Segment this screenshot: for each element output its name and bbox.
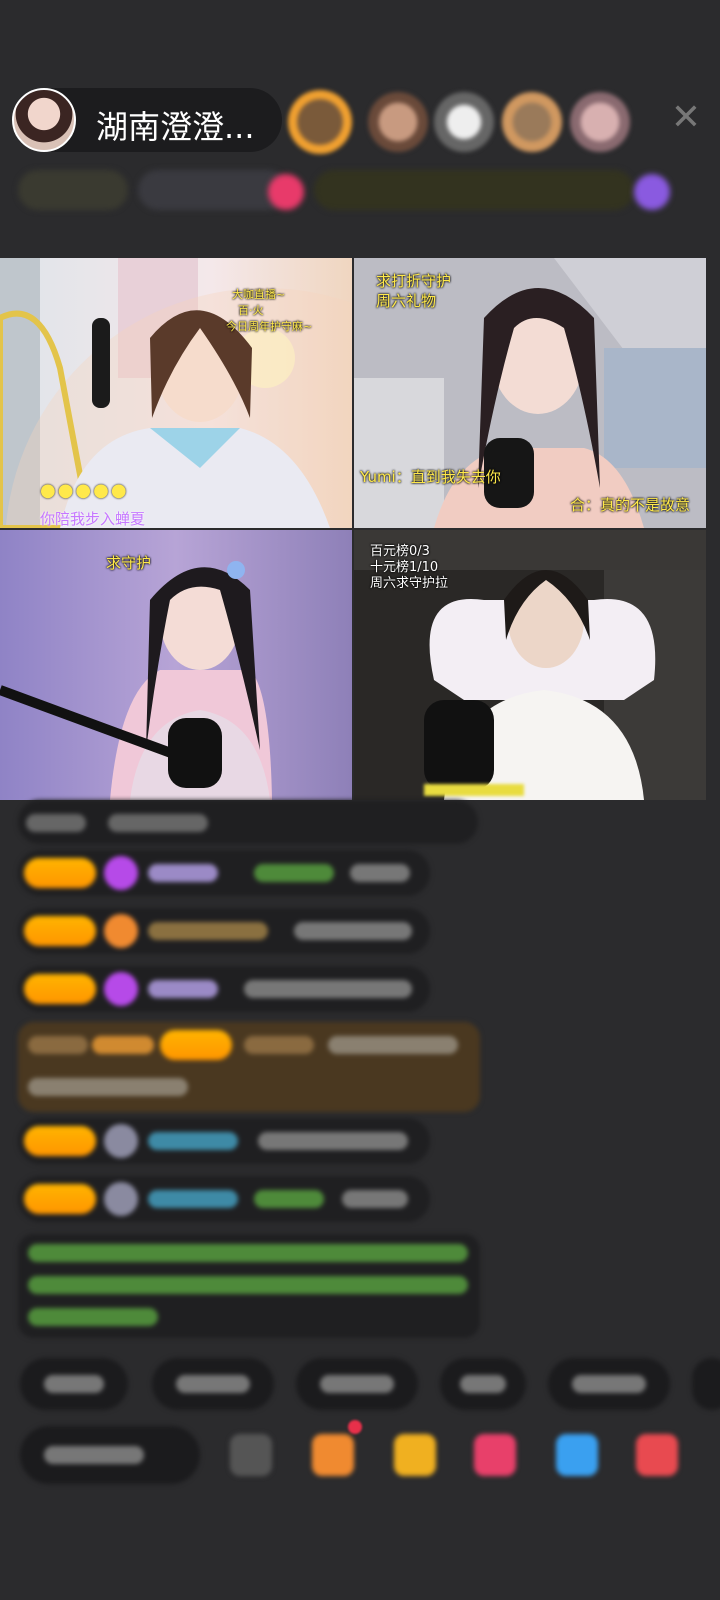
overlay-note-line: 周六求守护拉	[370, 576, 449, 591]
video-tile-top-right[interactable]: 求打折守护 周六礼物 Yumi：直到我失去你 合：真的不是故意	[354, 258, 706, 528]
notice-chip[interactable]	[314, 170, 634, 210]
overlay-caption: 你陪我步入蝉夏	[40, 510, 146, 528]
gift-icon[interactable]	[636, 1434, 678, 1476]
chat-message[interactable]	[18, 966, 430, 1012]
top-viewer-avatar[interactable]	[288, 90, 352, 154]
overlay-note-line: 百·火	[238, 304, 264, 317]
fan-icon	[104, 856, 138, 890]
host-name[interactable]: 湖南澄澄...	[96, 102, 255, 148]
chat-message[interactable]	[18, 1176, 430, 1222]
top-viewer-avatar[interactable]	[368, 92, 428, 152]
video-tile-bottom-left[interactable]: 求守护	[0, 530, 352, 800]
quick-reply-chip[interactable]	[20, 1358, 128, 1410]
quick-reply-chip[interactable]	[440, 1358, 526, 1410]
quick-reply-chip[interactable]	[152, 1358, 274, 1410]
host-avatar[interactable]	[12, 88, 76, 152]
quick-reply-chip[interactable]	[692, 1358, 720, 1410]
level-badge	[24, 1126, 96, 1156]
overlay-note-line: 大咖直播~	[232, 288, 286, 301]
chat-message-highlight[interactable]	[18, 1022, 480, 1112]
level-badge	[24, 1184, 96, 1214]
overlay-blurred-text	[424, 784, 524, 796]
system-notice	[18, 1234, 480, 1338]
gift-box-icon[interactable]	[394, 1434, 436, 1476]
quick-reply-chip[interactable]	[296, 1358, 418, 1410]
top-viewer-avatar[interactable]	[502, 92, 562, 152]
overlay-note: 求守护	[106, 554, 152, 572]
host-info-pill[interactable]: 湖南澄澄...	[12, 88, 282, 152]
lyrics-left: Yumi：直到我失去你	[360, 468, 501, 486]
level-badge	[24, 974, 96, 1004]
rank-chip[interactable]	[18, 170, 128, 210]
chat-message[interactable]	[18, 1118, 430, 1164]
fan-icon	[104, 972, 138, 1006]
user-icon	[104, 1182, 138, 1216]
lyrics-right: 合：真的不是故意	[570, 496, 691, 514]
room-info-bar[interactable]	[18, 170, 698, 218]
emoji-icon[interactable]	[230, 1434, 272, 1476]
chat-message[interactable]	[18, 800, 478, 844]
gift-chip-icon[interactable]	[268, 174, 304, 210]
heart-icon[interactable]	[474, 1434, 516, 1476]
overlay-note-line: 求打折守护	[376, 272, 452, 290]
level-badge	[24, 858, 96, 888]
level-badge	[24, 916, 96, 946]
activity-chip-icon[interactable]	[634, 174, 670, 210]
chat-message[interactable]	[18, 850, 430, 896]
chat-message[interactable]	[18, 908, 430, 954]
overlay-note-line: 周六礼物	[376, 292, 437, 310]
notification-dot	[348, 1420, 362, 1434]
top-viewer-avatar[interactable]	[434, 92, 494, 152]
top-viewer-avatar[interactable]	[570, 92, 630, 152]
chat-input[interactable]	[20, 1426, 200, 1484]
user-icon	[104, 1124, 138, 1158]
video-tile-bottom-right[interactable]: 百元榜0/3 十元榜1/10 周六求守护拉	[354, 530, 706, 800]
fan-icon	[104, 914, 138, 948]
quick-reply-chip[interactable]	[548, 1358, 670, 1410]
streamer-scene	[0, 530, 352, 800]
video-tile-top-left[interactable]: 大咖直播~ 百·火 今日周年护守麻~ ●●●●● 你陪我步入蝉夏	[0, 258, 352, 528]
game-icon[interactable]	[556, 1434, 598, 1476]
overlay-note-line: 今日周年护守麻~	[226, 320, 313, 333]
close-icon[interactable]: ✕	[666, 98, 706, 138]
rating-dots: ●●●●●	[40, 480, 129, 501]
task-icon[interactable]	[312, 1434, 354, 1476]
hot-chip[interactable]	[138, 170, 288, 210]
